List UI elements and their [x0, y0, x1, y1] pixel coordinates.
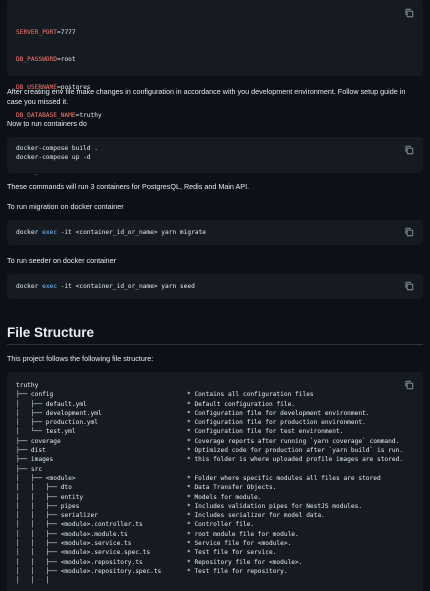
env-key: DB_PASSWORD — [16, 56, 57, 64]
copy-icon[interactable] — [404, 380, 414, 390]
copy-icon[interactable] — [404, 281, 414, 291]
env-key: SERVER_PORT — [16, 28, 57, 36]
heading-divider — [7, 344, 423, 345]
docker-command: docker — [16, 283, 39, 290]
file-tree-paths: truthy ├── config │ ├── default.yml │ ├─… — [16, 382, 162, 585]
file-tree-comments: * Contains all configuration files * Def… — [187, 391, 404, 575]
seeder-code-block: docker exec -it <container_id_or_name> y… — [7, 274, 423, 299]
seeder-text: To run seeder on docker container — [7, 256, 117, 265]
seeder-args: -it <container_id_or_name> yarn seed — [57, 283, 195, 290]
exec-keyword: exec — [42, 283, 57, 290]
env-description: After creating env file make changes in … — [7, 87, 406, 107]
migration-text: To run migration on docker container — [7, 202, 124, 211]
seeder-code: docker exec -it <container_id_or_name> y… — [16, 282, 195, 291]
env-value: root — [60, 56, 76, 64]
copy-icon[interactable] — [404, 145, 414, 155]
containers-text: These commands will run 3 containers for… — [7, 182, 250, 191]
run-containers-text: Now to run containers do — [7, 119, 87, 128]
env-line: DB_PASSWORD=root — [16, 56, 76, 64]
migration-args: -it <container_id_or_name> yarn migrate — [57, 229, 207, 236]
file-structure-heading: File Structure — [7, 325, 95, 340]
env-line: SERVER_PORT=7777 — [16, 28, 76, 36]
env-value: 7777 — [60, 28, 76, 36]
file-tree-block: truthy ├── config │ ├── default.yml │ ├─… — [7, 372, 423, 591]
docker-command: docker — [16, 229, 39, 236]
env-code-block: SERVER_PORT=7777 DB_PASSWORD=root DB_USE… — [7, 0, 423, 175]
run-line-up: docker-compose up -d — [16, 154, 91, 162]
copy-icon[interactable] — [404, 227, 414, 237]
run-code: docker-compose build . docker-compose up… — [16, 144, 98, 163]
copy-icon[interactable] — [404, 8, 414, 18]
run-code-block: docker-compose build . docker-compose up… — [7, 137, 423, 173]
structure-text: This project follows the following file … — [7, 354, 154, 363]
run-line-build: docker-compose build . — [16, 145, 98, 152]
readme-page: SERVER_PORT=7777 DB_PASSWORD=root DB_USE… — [0, 0, 430, 591]
migration-code-block: docker exec -it <container_id_or_name> y… — [7, 220, 423, 245]
migration-code: docker exec -it <container_id_or_name> y… — [16, 228, 206, 237]
exec-keyword: exec — [42, 229, 57, 236]
